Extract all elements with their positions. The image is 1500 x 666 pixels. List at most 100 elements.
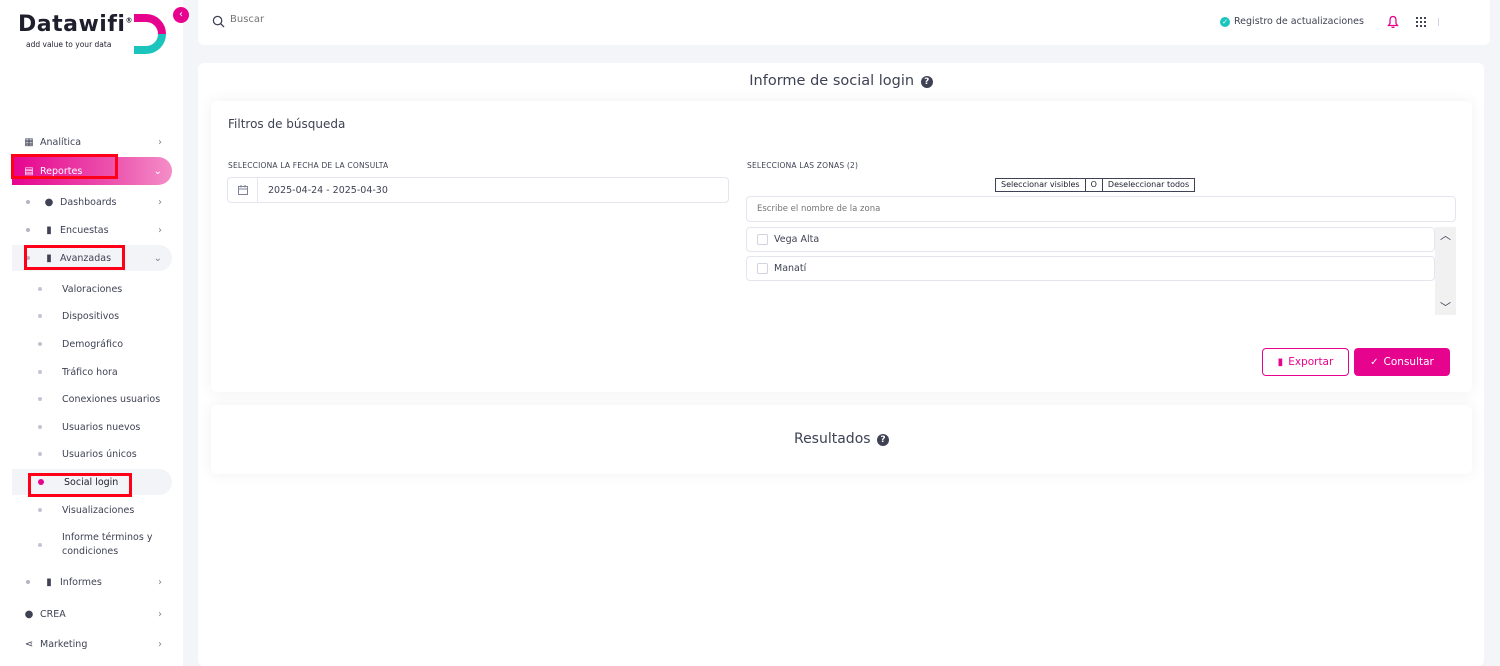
sidebar-item-label: Avanzadas [60, 252, 112, 264]
chevron-up-icon[interactable]: ︿ [1435, 227, 1456, 243]
bell-icon[interactable] [1387, 15, 1399, 29]
sidebar-item-analitica[interactable]: ▦ Analítica › [12, 129, 172, 155]
search-input[interactable] [230, 14, 530, 25]
chevron-right-icon: › [158, 638, 162, 650]
sidebar-item-label: Informes [60, 576, 102, 588]
sidebar-item-dispositivos[interactable]: Dispositivos [12, 303, 172, 329]
bullet-dot [26, 580, 30, 584]
bullet-dot [26, 256, 30, 260]
select-visible-button[interactable]: Seleccionar visibles [995, 178, 1086, 192]
bar-chart-icon: ▮ [46, 252, 52, 264]
topbar-divider [1438, 18, 1439, 26]
sidebar-item-dashboards[interactable]: ● Dashboards › [12, 189, 172, 215]
sidebar-item-marketing[interactable]: ⋖ Marketing › [12, 631, 172, 657]
filters-card: Filtros de búsqueda SELECCIONA LA FECHA … [211, 101, 1472, 392]
sidebar-item-encuestas[interactable]: ▮ Encuestas › [12, 217, 172, 243]
sidebar-item-reportes[interactable]: ▤ Reportes ⌄ [12, 157, 172, 185]
sidebar-item-valoraciones[interactable]: Valoraciones [12, 276, 172, 302]
datawifi-logo[interactable]: Datawifi® add value to your data [16, 10, 176, 56]
zone-selection-buttons: Seleccionar visibles O Deseleccionar tod… [995, 178, 1196, 192]
sidebar: Datawifi® add value to your data ‹ ▦ Ana… [0, 0, 189, 666]
sidebar-item-avanzadas[interactable]: ▮ Avanzadas ⌄ [12, 245, 172, 271]
bullet-dot [38, 543, 42, 547]
chevron-right-icon: › [158, 608, 162, 620]
sidebar-item-label: Reportes [40, 165, 83, 177]
deselect-all-button[interactable]: Deseleccionar todos [1102, 178, 1196, 192]
check-circle-icon: ✓ [1220, 16, 1230, 27]
search-icon [212, 15, 225, 28]
sidebar-item-demografico[interactable]: Demográfico [12, 331, 172, 357]
sidebar-item-informes[interactable]: ▮ Informes › [12, 569, 172, 595]
sidebar-item-label: Usuarios nuevos [62, 421, 141, 433]
sidebar-item-label: Dashboards [60, 196, 117, 208]
bullet-dot [38, 287, 42, 291]
lightbulb-icon: ● [24, 608, 34, 620]
share-icon: ⋖ [24, 638, 34, 650]
sidebar-item-label: Social login [64, 476, 119, 488]
sidebar-item-usuarios-nuevos[interactable]: Usuarios nuevos [12, 414, 172, 440]
sidebar-item-label: Marketing [40, 638, 88, 650]
sidebar-item-label: Informe términos y condiciones [62, 532, 153, 557]
sidebar-item-label: CREA [40, 608, 66, 620]
chevron-right-icon: › [158, 224, 162, 236]
consult-button[interactable]: ✓ Consultar [1354, 348, 1450, 376]
chevron-down-icon[interactable]: ﹀ [1435, 299, 1456, 315]
logo-mark-icon [134, 14, 166, 54]
sidebar-item-usuarios-unicos[interactable]: Usuarios únicos [12, 441, 172, 467]
date-range-field[interactable]: 2025-04-24 - 2025-04-30 [227, 177, 729, 203]
changelog-link[interactable]: ✓ Registro de actualizaciones [1220, 16, 1364, 27]
bullet-dot [38, 397, 42, 401]
sidebar-item-trafico-hora[interactable]: Tráfico hora [12, 359, 172, 385]
help-icon[interactable]: ? [877, 434, 890, 446]
chevron-right-icon: › [158, 136, 162, 148]
zones-label: SELECCIONA LAS ZONAS (2) [747, 161, 859, 170]
consult-label: Consultar [1383, 356, 1434, 368]
logo-wordmark: Datawifi® [18, 12, 133, 37]
zone-item-manati[interactable]: Manatí [746, 256, 1435, 281]
filters-title: Filtros de búsqueda [228, 117, 346, 131]
topbar: ✓ Registro de actualizaciones [198, 0, 1490, 45]
sidebar-item-social-login[interactable]: Social login [12, 469, 172, 495]
zone-list: Vega Alta Manatí ︿ ﹀ [746, 227, 1456, 315]
zone-checkbox[interactable] [757, 234, 768, 245]
bullet-dot [38, 314, 42, 318]
apps-grid-icon[interactable] [1416, 17, 1426, 27]
document-icon: ▤ [24, 165, 34, 177]
sidebar-item-visualizaciones[interactable]: Visualizaciones [12, 497, 172, 523]
sidebar-item-label: Encuestas [60, 224, 109, 236]
bullet-dot [38, 370, 42, 374]
sidebar-item-informe-terminos[interactable]: Informe términos y condiciones [12, 529, 172, 561]
active-bullet-dot [38, 479, 44, 485]
zone-item-vega-alta[interactable]: Vega Alta [746, 227, 1435, 252]
sidebar-collapse-button[interactable]: ‹ [173, 7, 189, 23]
sidebar-item-label: Usuarios únicos [62, 448, 137, 460]
logo-tagline: add value to your data [26, 40, 112, 49]
zone-checkbox[interactable] [757, 263, 768, 274]
chevron-right-icon: › [158, 196, 162, 208]
sidebar-item-conexiones-usuarios[interactable]: Conexiones usuarios [12, 386, 172, 412]
bullet-dot [38, 425, 42, 429]
palette-icon: ● [44, 196, 54, 208]
check-icon: ✓ [1370, 356, 1379, 368]
clipboard-icon: ▮ [46, 224, 52, 236]
or-separator: O [1085, 178, 1103, 192]
sidebar-item-crea[interactable]: ● CREA › [12, 601, 172, 627]
results-card: Resultados ? [211, 405, 1472, 474]
results-title: Resultados ? [211, 431, 1472, 447]
bullet-dot [38, 452, 42, 456]
page-title: Informe de social login ? [198, 73, 1484, 89]
bullet-dot [26, 200, 30, 204]
help-icon[interactable]: ? [920, 76, 933, 88]
bullet-dot [26, 228, 30, 232]
export-button[interactable]: ▮ Exportar [1262, 348, 1349, 376]
chevron-down-icon: ⌄ [153, 165, 162, 177]
export-label: Exportar [1288, 356, 1334, 368]
zone-list-scrollbar[interactable]: ︿ ﹀ [1435, 227, 1456, 315]
sidebar-item-label: Analítica [40, 136, 82, 148]
sidebar-item-label: Tráfico hora [62, 366, 118, 378]
sidebar-item-label: Demográfico [62, 338, 124, 350]
chart-box-icon: ▦ [24, 136, 34, 148]
chevron-right-icon: › [158, 576, 162, 588]
sidebar-item-label: Visualizaciones [62, 504, 135, 516]
zone-search-input[interactable] [746, 196, 1456, 222]
